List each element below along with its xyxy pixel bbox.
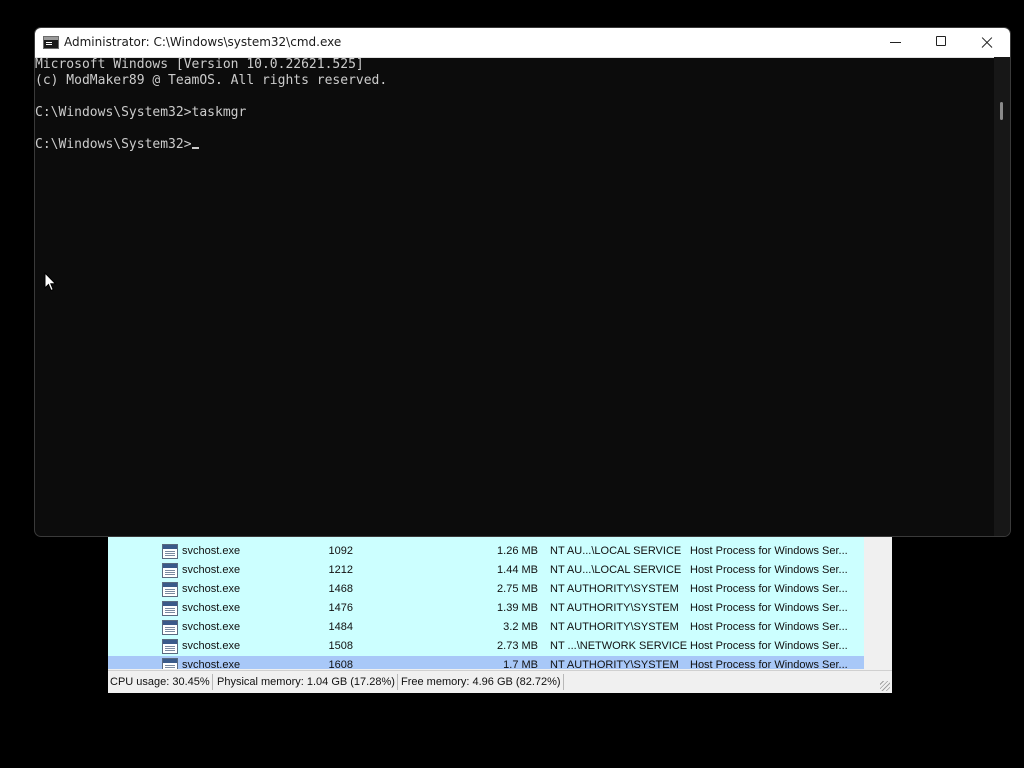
- process-pid: 1484: [328, 621, 353, 633]
- close-button[interactable]: [964, 28, 1010, 57]
- minimize-button[interactable]: [872, 28, 918, 57]
- process-list[interactable]: svchost.exe 1092 1.26 MB NT AU...\LOCAL …: [108, 532, 864, 669]
- process-row[interactable]: svchost.exe 1508 2.73 MB NT ...\NETWORK …: [108, 637, 864, 656]
- process-memory: 2.75 MB: [497, 583, 538, 595]
- console-line: (c) ModMaker89 @ TeamOS. All rights rese…: [35, 73, 388, 88]
- process-name: svchost.exe: [182, 602, 241, 614]
- process-memory: 1.44 MB: [497, 564, 538, 576]
- console-prompt: C:\Windows\System32>: [35, 137, 192, 152]
- process-description: Host Process for Windows Ser...: [690, 602, 848, 614]
- process-pid: 1212: [328, 564, 353, 576]
- process-row[interactable]: svchost.exe 1484 3.2 MB NT AUTHORITY\SYS…: [108, 618, 864, 637]
- process-row[interactable]: svchost.exe 1092 1.26 MB NT AU...\LOCAL …: [108, 542, 864, 561]
- process-icon: [162, 601, 178, 616]
- console-line: C:\Windows\System32>taskmgr: [35, 105, 247, 120]
- process-description: Host Process for Windows Ser...: [690, 621, 848, 633]
- cmd-window: Administrator: C:\Windows\system32\cmd.e…: [34, 27, 1011, 537]
- console-scrollbar[interactable]: [994, 57, 1010, 536]
- process-name: svchost.exe: [182, 659, 241, 669]
- mouse-pointer-icon: [44, 272, 57, 292]
- process-icon: [162, 563, 178, 578]
- cpu-usage-status: CPU usage: 30.45%: [108, 674, 213, 690]
- scrollbar-thumb[interactable]: [1000, 102, 1003, 120]
- physical-memory-status: Physical memory: 1.04 GB (17.28%): [215, 674, 398, 690]
- process-description: Host Process for Windows Ser...: [690, 640, 848, 652]
- process-name: svchost.exe: [182, 564, 241, 576]
- process-row[interactable]: svchost.exe 1212 1.44 MB NT AU...\LOCAL …: [108, 561, 864, 580]
- process-description: Host Process for Windows Ser...: [690, 659, 848, 669]
- process-icon: [162, 582, 178, 597]
- task-manager-window: svchost.exe 1092 1.26 MB NT AU...\LOCAL …: [108, 532, 892, 693]
- maximize-button[interactable]: [918, 28, 964, 57]
- window-title: Administrator: C:\Windows\system32\cmd.e…: [64, 35, 342, 49]
- process-name: svchost.exe: [182, 545, 241, 557]
- process-memory: 3.2 MB: [503, 621, 538, 633]
- text-cursor: [191, 147, 199, 149]
- process-memory: 1.26 MB: [497, 545, 538, 557]
- process-row-selected[interactable]: svchost.exe 1608 1.7 MB NT AUTHORITY\SYS…: [108, 656, 864, 669]
- process-user: NT ...\NETWORK SERVICE: [550, 640, 688, 652]
- cmd-titlebar[interactable]: Administrator: C:\Windows\system32\cmd.e…: [35, 28, 1010, 58]
- process-user: NT AU...\LOCAL SERVICE: [550, 545, 682, 557]
- process-user: NT AUTHORITY\SYSTEM: [550, 602, 679, 614]
- process-name: svchost.exe: [182, 583, 241, 595]
- resize-grip[interactable]: [880, 681, 890, 691]
- console-prompt-line[interactable]: C:\Windows\System32>: [35, 137, 199, 153]
- console-line: Microsoft Windows [Version 10.0.22621.52…: [35, 57, 364, 72]
- process-row[interactable]: svchost.exe 1468 2.75 MB NT AUTHORITY\SY…: [108, 580, 864, 599]
- process-user: NT AUTHORITY\SYSTEM: [550, 621, 679, 633]
- process-list-scrollbar[interactable]: [864, 532, 892, 669]
- process-memory: 1.7 MB: [503, 659, 538, 669]
- process-icon: [162, 620, 178, 635]
- process-description: Host Process for Windows Ser...: [690, 564, 848, 576]
- process-name: svchost.exe: [182, 621, 241, 633]
- process-icon: [162, 658, 178, 669]
- free-memory-status: Free memory: 4.96 GB (82.72%): [399, 674, 564, 690]
- process-user: NT AUTHORITY\SYSTEM: [550, 659, 679, 669]
- process-pid: 1508: [328, 640, 353, 652]
- process-icon: [162, 544, 178, 559]
- process-description: Host Process for Windows Ser...: [690, 583, 848, 595]
- process-user: NT AUTHORITY\SYSTEM: [550, 583, 679, 595]
- process-user: NT AU...\LOCAL SERVICE: [550, 564, 682, 576]
- process-row[interactable]: svchost.exe 1476 1.39 MB NT AUTHORITY\SY…: [108, 599, 864, 618]
- console-app-icon[interactable]: [43, 36, 59, 49]
- process-name: svchost.exe: [182, 640, 241, 652]
- process-pid: 1092: [328, 545, 353, 557]
- console-output[interactable]: Microsoft Windows [Version 10.0.22621.52…: [35, 57, 994, 536]
- process-memory: 1.39 MB: [497, 602, 538, 614]
- status-bar: CPU usage: 30.45% Physical memory: 1.04 …: [108, 670, 892, 693]
- process-description: Host Process for Windows Ser...: [690, 545, 848, 557]
- process-icon: [162, 639, 178, 654]
- process-pid: 1468: [328, 583, 353, 595]
- process-pid: 1476: [328, 602, 353, 614]
- process-memory: 2.73 MB: [497, 640, 538, 652]
- process-pid: 1608: [328, 659, 353, 669]
